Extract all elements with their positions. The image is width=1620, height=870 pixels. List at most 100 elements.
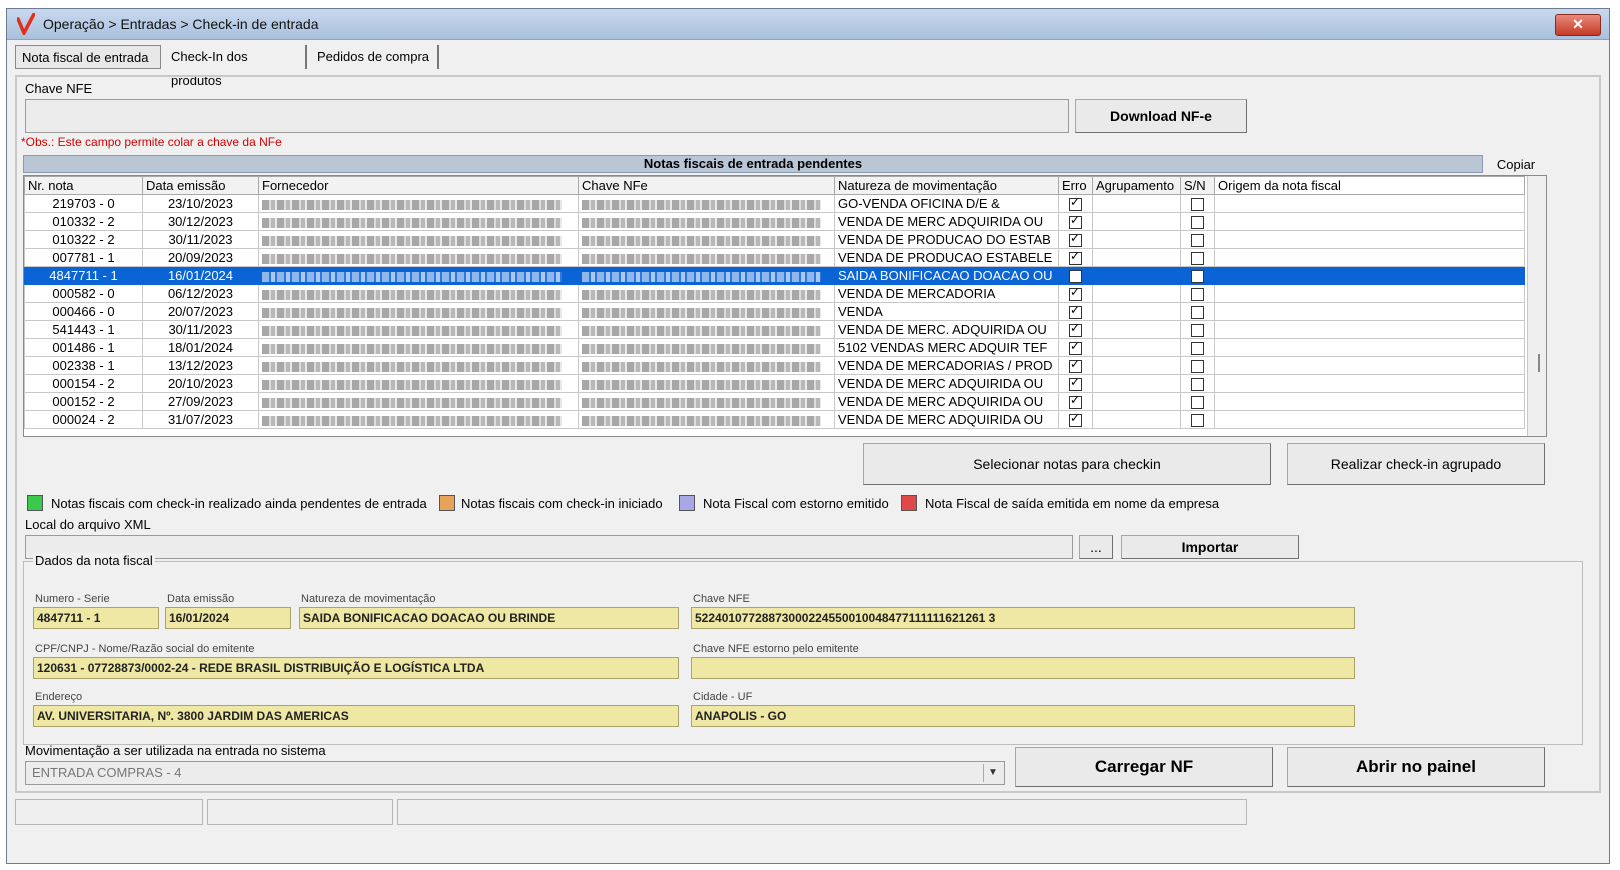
cell-data-emissao: 30/11/2023 [142, 320, 259, 339]
title-bar: Operação > Entradas > Check-in de entrad… [7, 9, 1609, 40]
grouped-checkin-button[interactable]: Realizar check-in agrupado [1287, 443, 1545, 485]
download-nfe-button[interactable]: Download NF-e [1075, 99, 1247, 133]
cell-sn [1180, 410, 1215, 429]
col-header-nr-nota[interactable]: Nr. nota [24, 176, 143, 195]
sn-checkbox[interactable] [1191, 252, 1204, 266]
col-header-agrupamento[interactable]: Agrupamento [1092, 176, 1181, 195]
sn-checkbox[interactable] [1191, 360, 1204, 374]
movement-select[interactable]: ENTRADA COMPRAS - 4 ▼ [25, 761, 1005, 785]
close-button[interactable]: ✕ [1555, 14, 1601, 36]
table-row[interactable]: 4847711 - 1 16/01/2024 SAIDA BONIFICACAO D… [24, 266, 1525, 285]
table-row[interactable]: 000582 - 0 06/12/2023 VENDA DE MERCADORIA [24, 284, 1525, 303]
sn-checkbox[interactable] [1191, 306, 1204, 320]
cell-nr-nota: 010322 - 2 [24, 230, 143, 249]
sn-checkbox[interactable] [1191, 396, 1204, 410]
erro-checkbox[interactable] [1069, 304, 1082, 320]
legend-swatch-red [901, 495, 917, 511]
erro-checkbox[interactable] [1069, 250, 1082, 266]
sn-checkbox[interactable] [1191, 324, 1204, 338]
scrollbar-thumb[interactable] [1538, 354, 1540, 372]
cell-agrupamento [1092, 374, 1181, 393]
nfe-key-input[interactable] [25, 99, 1069, 133]
col-header-erro[interactable]: Erro [1058, 176, 1093, 195]
cell-origem [1214, 302, 1525, 321]
sn-checkbox[interactable] [1191, 288, 1204, 302]
table-row[interactable]: 000152 - 2 27/09/2023 VENDA DE MERC ADQUIR… [24, 392, 1525, 411]
cell-fornecedor-redacted [258, 302, 579, 321]
import-xml-button[interactable]: Importar [1121, 535, 1299, 559]
table-row[interactable]: 000466 - 0 20/07/2023 VENDA [24, 302, 1525, 321]
erro-checkbox[interactable] [1069, 394, 1082, 410]
erro-checkbox[interactable] [1069, 376, 1082, 392]
cell-sn [1180, 338, 1215, 357]
table-row[interactable]: 002338 - 1 13/12/2023 VENDA DE MERCADORIAS… [24, 356, 1525, 375]
erro-checkbox[interactable] [1069, 412, 1082, 428]
erro-checkbox[interactable] [1069, 214, 1082, 230]
cell-natureza: VENDA DE MERC. ADQUIRIDA OU [834, 320, 1059, 339]
movement-label: Movimentação a ser utilizada na entrada … [25, 743, 326, 758]
cell-nr-nota: 000024 - 2 [24, 410, 143, 429]
erro-checkbox[interactable] [1069, 196, 1082, 212]
tab-nota-fiscal-entrada[interactable]: Nota fiscal de entrada [15, 45, 161, 69]
sn-checkbox[interactable] [1191, 342, 1204, 356]
endereco-field: AV. UNIVERSITARIA, Nº. 3800 JARDIM DAS A… [33, 705, 679, 727]
table-row[interactable]: 000154 - 2 20/10/2023 VENDA DE MERC ADQUIR… [24, 374, 1525, 393]
cell-erro [1058, 320, 1093, 339]
open-panel-button[interactable]: Abrir no painel [1287, 747, 1545, 787]
browse-xml-button[interactable]: ... [1079, 535, 1113, 559]
legend-label-estorno: Nota Fiscal com estorno emitido [703, 496, 889, 511]
table-row[interactable]: 010322 - 2 30/11/2023 VENDA DE PRODUCAO DO… [24, 230, 1525, 249]
cell-erro [1058, 230, 1093, 249]
sn-checkbox[interactable] [1191, 234, 1204, 248]
chevron-down-icon[interactable]: ▼ [983, 764, 1002, 782]
cell-fornecedor-redacted [258, 356, 579, 375]
sn-checkbox[interactable] [1191, 198, 1204, 212]
cell-data-emissao: 23/10/2023 [142, 194, 259, 213]
col-header-fornecedor[interactable]: Fornecedor [258, 176, 579, 195]
cell-data-emissao: 31/07/2023 [142, 410, 259, 429]
cell-chave-redacted [578, 374, 835, 393]
table-row[interactable]: 219703 - 0 23/10/2023 GO-VENDA OFICINA D/E… [24, 194, 1525, 213]
cell-nr-nota: 000582 - 0 [24, 284, 143, 303]
legend-swatch-purple [679, 495, 695, 511]
erro-checkbox[interactable] [1069, 270, 1082, 284]
table-row[interactable]: 010332 - 2 30/12/2023 VENDA DE MERC ADQUIR… [24, 212, 1525, 231]
load-nf-button[interactable]: Carregar NF [1015, 747, 1273, 787]
pending-invoices-table: Nr. nota Data emissão Fornecedor Chave N… [23, 175, 1547, 437]
col-header-natureza[interactable]: Natureza de movimentação [834, 176, 1059, 195]
xml-path-input[interactable] [25, 535, 1073, 559]
erro-checkbox[interactable] [1069, 358, 1082, 374]
col-header-origem[interactable]: Origem da nota fiscal [1214, 176, 1525, 195]
tab-checkin-produtos[interactable]: Check-In dos produtos [165, 45, 307, 88]
erro-checkbox[interactable] [1069, 232, 1082, 248]
cell-erro [1058, 356, 1093, 375]
cell-origem [1214, 230, 1525, 249]
table-row[interactable]: 001486 - 1 18/01/2024 5102 VENDAS MERC ADQ… [24, 338, 1525, 357]
copy-button[interactable]: Copiar [1485, 157, 1547, 175]
table-row[interactable]: 007781 - 1 20/09/2023 VENDA DE PRODUCAO ES… [24, 248, 1525, 267]
sn-checkbox[interactable] [1191, 378, 1204, 392]
cell-agrupamento [1092, 284, 1181, 303]
sn-checkbox[interactable] [1191, 270, 1204, 284]
cell-chave-redacted [578, 194, 835, 213]
erro-checkbox[interactable] [1069, 286, 1082, 302]
table-row[interactable]: 541443 - 1 30/11/2023 VENDA DE MERC. ADQUI… [24, 320, 1525, 339]
sn-checkbox[interactable] [1191, 414, 1204, 428]
col-header-chave-nfe[interactable]: Chave NFe [578, 176, 835, 195]
table-row[interactable]: 000024 - 2 31/07/2023 VENDA DE MERC ADQUIR… [24, 410, 1525, 429]
status-panel-1 [15, 799, 203, 825]
natureza-label: Natureza de movimentação [301, 593, 436, 605]
table-scrollbar[interactable] [1527, 176, 1546, 436]
cell-natureza: GO-VENDA OFICINA D/E & [834, 194, 1059, 213]
cell-data-emissao: 16/01/2024 [142, 266, 259, 285]
erro-checkbox[interactable] [1069, 340, 1082, 356]
cell-data-emissao: 30/12/2023 [142, 212, 259, 231]
col-header-sn[interactable]: S/N [1180, 176, 1215, 195]
select-notes-checkin-button[interactable]: Selecionar notas para checkin [863, 443, 1271, 485]
erro-checkbox[interactable] [1069, 322, 1082, 338]
tab-pedidos-compra[interactable]: Pedidos de compra [311, 45, 439, 69]
cell-chave-redacted [578, 338, 835, 357]
app-logo-icon [17, 13, 35, 35]
sn-checkbox[interactable] [1191, 216, 1204, 230]
col-header-data-emissao[interactable]: Data emissão [142, 176, 259, 195]
